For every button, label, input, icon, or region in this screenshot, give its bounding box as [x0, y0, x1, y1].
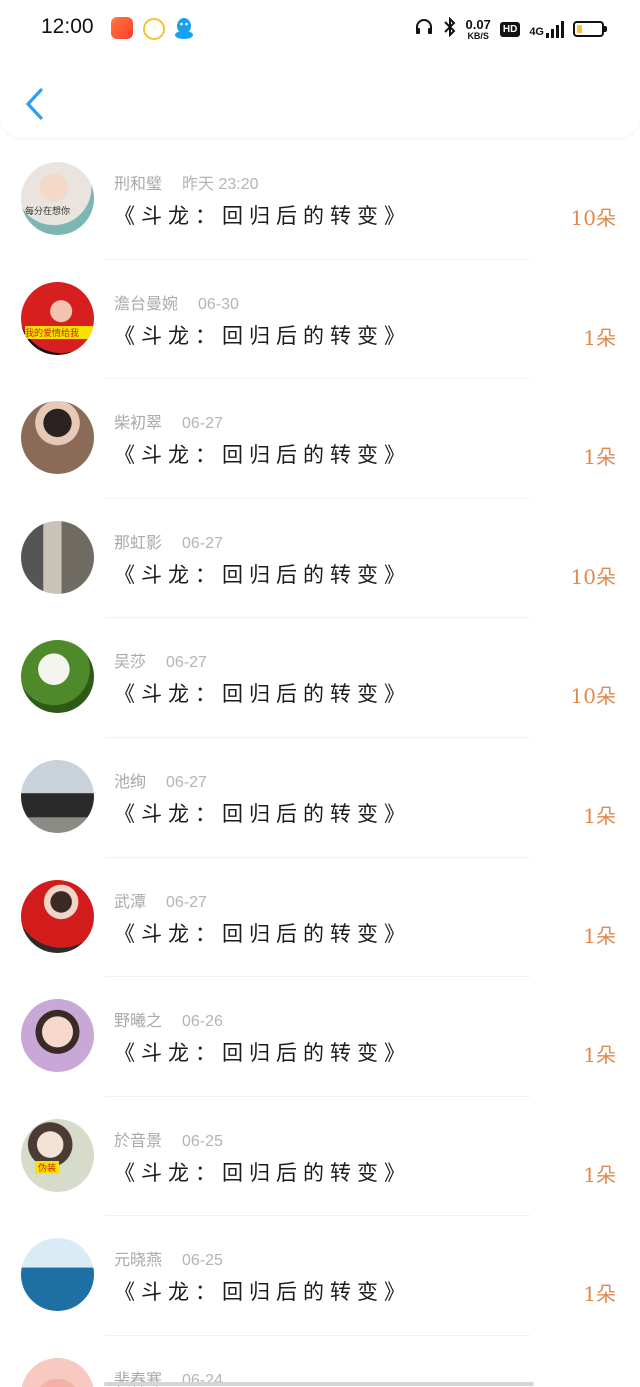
- app-notification-icon: [143, 18, 165, 40]
- list-item[interactable]: 那虹影 06-27 《斗龙：回归后的转变》 10朵: [0, 499, 640, 619]
- list-item[interactable]: 伪装 於音景 06-25 《斗龙：回归后的转变》 1朵: [0, 1097, 640, 1217]
- sender-meta: 於音景 06-25: [114, 1127, 223, 1151]
- sender-meta: 刑和璧 昨天 23:20: [114, 170, 259, 194]
- sender-name: 於音景: [114, 1130, 163, 1150]
- sender-meta: 那虹影 06-27: [114, 529, 223, 553]
- avatar[interactable]: 每分在想你: [21, 162, 94, 235]
- book-title: 《斗龙：回归后的转变》: [114, 1280, 411, 1305]
- sender-meta: 柴初翠 06-27: [114, 409, 223, 433]
- timestamp: 06-25: [182, 1132, 223, 1150]
- scroll-indicator: [104, 1382, 534, 1386]
- hd-badge: HD: [499, 21, 521, 37]
- sender-name: 澹台曼婉: [114, 293, 179, 313]
- avatar[interactable]: [21, 401, 94, 475]
- sender-name: 元晓燕: [114, 1250, 163, 1270]
- gift-amount: 1朵: [583, 923, 616, 948]
- net-speed: 0.07 KB/S: [466, 18, 491, 41]
- back-button[interactable]: [14, 80, 58, 128]
- avatar-caption: 我的爱情给我: [25, 325, 94, 339]
- timestamp: 06-27: [166, 654, 207, 672]
- gift-list: 每分在想你 刑和璧 昨天 23:20 《斗龙：回归后的转变》 10朵 我的爱情给我 澹台曼婉…: [0, 140, 640, 1387]
- book-title: 《斗龙：回归后的转变》: [114, 801, 411, 826]
- book-title: 《斗龙：回归后的转变》: [114, 1160, 411, 1185]
- sender-name: 刑和璧: [114, 174, 163, 193]
- timestamp: 06-27: [166, 773, 207, 791]
- avatar[interactable]: [21, 520, 94, 594]
- avatar[interactable]: 伪装: [21, 1118, 94, 1192]
- list-item[interactable]: 每分在想你 刑和璧 昨天 23:20 《斗龙：回归后的转变》 10朵: [0, 140, 640, 260]
- avatar[interactable]: [21, 1357, 94, 1387]
- timestamp: 06-25: [182, 1252, 223, 1270]
- avatar[interactable]: [21, 759, 94, 833]
- gift-amount: 1朵: [583, 1282, 616, 1307]
- list-item[interactable]: 我的爱情给我 澹台曼婉 06-30 《斗龙：回归后的转变》 1朵: [0, 260, 640, 380]
- status-time: 12:00: [41, 15, 94, 38]
- avatar[interactable]: [21, 879, 94, 953]
- status-right: 0.07 KB/S HD 4G: [414, 15, 607, 43]
- avatar[interactable]: [21, 1238, 94, 1312]
- battery-level: [577, 25, 582, 33]
- sender-name: 吴莎: [114, 652, 147, 672]
- sender-name: 野曦之: [114, 1011, 163, 1031]
- timestamp: 06-27: [166, 893, 207, 911]
- gift-amount: 1朵: [583, 1162, 616, 1187]
- timestamp: 06-26: [182, 1013, 223, 1031]
- sender-meta: 元晓燕 06-25: [114, 1246, 223, 1270]
- sender-name: 柴初翠: [114, 413, 163, 433]
- gift-amount: 1朵: [583, 325, 616, 350]
- sender-meta: 池绚 06-27: [114, 768, 207, 792]
- sender-name: 武潭: [114, 891, 147, 911]
- qq-icon: [173, 16, 195, 40]
- battery-icon: [573, 21, 607, 37]
- book-title: 《斗龙：回归后的转变》: [114, 1041, 411, 1066]
- gift-amount: 10朵: [570, 206, 616, 230]
- book-title: 《斗龙：回归后的转变》: [114, 323, 411, 348]
- list-item[interactable]: 裴春寒 06-24: [0, 1336, 640, 1387]
- sender-name: 那虹影: [114, 532, 163, 552]
- book-title: 《斗龙：回归后的转变》: [114, 204, 411, 228]
- avatar[interactable]: [21, 640, 94, 714]
- gift-amount: 1朵: [583, 445, 616, 470]
- avatar-caption: 伪装: [35, 1160, 60, 1174]
- screen: 12:00 0.07 KB/S HD 4G 每分在想你 刑和璧 昨天 23:20…: [0, 0, 640, 1387]
- book-title: 《斗龙：回归后的转变》: [114, 682, 411, 707]
- headphones-icon: [414, 17, 434, 41]
- sender-meta: 澹台曼婉 06-30: [114, 290, 239, 314]
- avatar[interactable]: [21, 999, 94, 1073]
- net-speed-value: 0.07: [465, 16, 491, 32]
- book-title: 《斗龙：回归后的转变》: [114, 562, 411, 587]
- network-type-label: 4G: [529, 25, 544, 38]
- gift-amount: 10朵: [570, 564, 616, 589]
- timestamp: 06-30: [198, 295, 239, 313]
- book-title: 《斗龙：回归后的转变》: [114, 921, 411, 946]
- status-bar: 12:00 0.07 KB/S HD 4G: [0, 0, 640, 58]
- list-item[interactable]: 野曦之 06-26 《斗龙：回归后的转变》 1朵: [0, 977, 640, 1097]
- book-title: 《斗龙：回归后的转变》: [114, 443, 411, 468]
- cellular-signal-icon: 4G: [529, 20, 564, 38]
- avatar[interactable]: 我的爱情给我: [21, 281, 94, 355]
- header: 12:00 0.07 KB/S HD 4G: [0, 0, 640, 138]
- sender-name: 池绚: [114, 771, 147, 791]
- list-item[interactable]: 吴莎 06-27 《斗龙：回归后的转变》 10朵: [0, 618, 640, 738]
- list-item[interactable]: 元晓燕 06-25 《斗龙：回归后的转变》 1朵: [0, 1216, 640, 1336]
- net-speed-unit: KB/S: [467, 30, 489, 41]
- bluetooth-icon: [443, 16, 457, 41]
- avatar-caption: 每分在想你: [25, 207, 71, 217]
- timestamp: 06-27: [182, 415, 223, 433]
- gift-amount: 10朵: [570, 684, 616, 709]
- list-item[interactable]: 池绚 06-27 《斗龙：回归后的转变》 1朵: [0, 738, 640, 858]
- chevron-left-icon: [26, 88, 43, 120]
- list-item[interactable]: 武潭 06-27 《斗龙：回归后的转变》 1朵: [0, 858, 640, 978]
- list-item[interactable]: 柴初翠 06-27 《斗龙：回归后的转变》 1朵: [0, 379, 640, 499]
- gift-amount: 1朵: [583, 1043, 616, 1068]
- sender-meta: 武潭 06-27: [114, 888, 207, 912]
- gift-amount: 1朵: [583, 803, 616, 828]
- sender-meta: 吴莎 06-27: [114, 648, 207, 672]
- timestamp: 06-27: [182, 534, 223, 552]
- app-notification-icon: [111, 17, 133, 39]
- sender-meta: 野曦之 06-26: [114, 1007, 223, 1031]
- timestamp: 昨天 23:20: [182, 176, 259, 193]
